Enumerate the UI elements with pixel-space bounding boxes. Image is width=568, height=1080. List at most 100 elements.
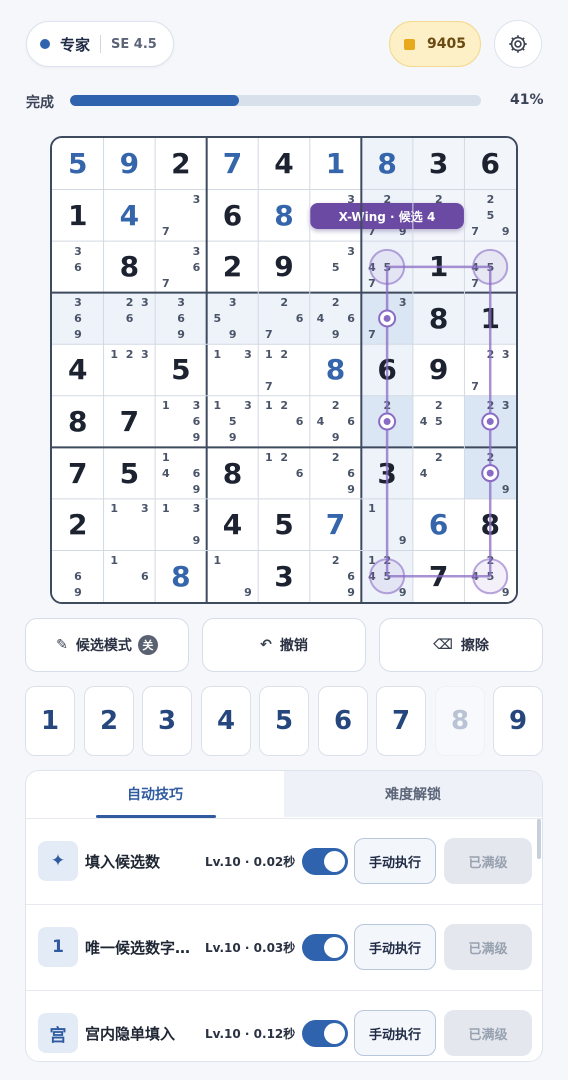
sudoku-cell[interactable]: 19 xyxy=(361,498,413,551)
sudoku-cell[interactable]: 6 xyxy=(206,189,259,242)
sudoku-cell[interactable]: 4 xyxy=(103,189,156,242)
sudoku-cell[interactable]: 4 xyxy=(258,138,310,190)
sudoku-cell[interactable]: 2 xyxy=(361,395,413,448)
sudoku-cell[interactable]: 1 35 9 xyxy=(206,395,259,448)
sudoku-cell[interactable]: 236 xyxy=(103,292,156,345)
sudoku-cell[interactable]: 23 xyxy=(464,395,516,448)
sudoku-cell[interactable]: 5 xyxy=(52,138,104,190)
sudoku-cell[interactable]: 37 xyxy=(155,189,207,242)
sudoku-cell[interactable]: 4 xyxy=(206,498,259,551)
sudoku-cell[interactable]: 8 xyxy=(309,344,362,396)
number-button-6[interactable]: 6 xyxy=(318,686,368,756)
sudoku-cell[interactable]: 9 xyxy=(258,241,310,293)
sudoku-cell[interactable]: 9 xyxy=(103,138,156,190)
sudoku-cell[interactable]: 8 xyxy=(52,395,104,448)
sudoku-cell[interactable]: 359 xyxy=(206,292,259,345)
manual-run-button[interactable]: 手动执行 xyxy=(354,924,436,970)
sudoku-cell[interactable]: 12459 xyxy=(361,550,413,602)
sudoku-cell[interactable]: 8 xyxy=(258,189,310,242)
sudoku-cell[interactable]: 7 xyxy=(103,395,156,448)
sudoku-cell[interactable]: 1 4 6 9 xyxy=(155,447,207,499)
sudoku-cell[interactable]: 4 xyxy=(52,344,104,396)
sudoku-cell[interactable]: 123 xyxy=(103,344,156,396)
sudoku-cell[interactable]: 457 xyxy=(464,241,516,293)
sudoku-cell[interactable]: 24 69 xyxy=(309,292,362,345)
sudoku-cell[interactable]: 26 7 xyxy=(258,292,310,345)
sudoku-cell[interactable]: 7 xyxy=(412,550,465,602)
sudoku-cell[interactable]: 6 xyxy=(464,138,516,190)
sudoku-cell[interactable]: 126 xyxy=(258,447,310,499)
sudoku-cell[interactable]: 1 xyxy=(52,189,104,242)
sudoku-cell[interactable]: 7 xyxy=(52,447,104,499)
candidate-mode-button[interactable]: ✎ 候选模式 关 xyxy=(25,618,189,672)
sudoku-cell[interactable]: 13 xyxy=(103,498,156,551)
sudoku-cell[interactable]: 245 xyxy=(412,395,465,448)
sudoku-cell[interactable]: 69 xyxy=(52,550,104,602)
technique-toggle[interactable] xyxy=(302,1020,348,1047)
sudoku-cell[interactable]: 2459 xyxy=(464,550,516,602)
undo-button[interactable]: ↶ 撤销 xyxy=(202,618,366,672)
sudoku-cell[interactable]: 6 xyxy=(361,344,413,396)
sudoku-cell[interactable]: 457 xyxy=(361,241,413,293)
sudoku-cell[interactable]: 29 xyxy=(464,447,516,499)
technique-toggle[interactable] xyxy=(302,848,348,875)
number-button-9[interactable]: 9 xyxy=(493,686,543,756)
sudoku-cell[interactable]: 24 69 xyxy=(309,395,362,448)
number-button-3[interactable]: 3 xyxy=(142,686,192,756)
tab-difficulty-unlock[interactable]: 难度解锁 xyxy=(284,771,542,817)
sudoku-cell[interactable]: 16 xyxy=(103,550,156,602)
sudoku-cell[interactable]: 7 xyxy=(309,498,362,551)
sudoku-cell[interactable]: 13 xyxy=(206,344,259,396)
sudoku-cell[interactable]: 126 xyxy=(258,395,310,448)
sudoku-cell[interactable]: 3 xyxy=(361,447,413,499)
sudoku-cell[interactable]: 3 6 9 xyxy=(155,292,207,345)
sudoku-cell[interactable]: 26 9 xyxy=(309,447,362,499)
sudoku-cell[interactable]: 5 xyxy=(103,447,156,499)
difficulty-pill[interactable]: 专家 SE 4.5 xyxy=(26,21,174,67)
sudoku-cell[interactable]: 1 xyxy=(464,292,516,345)
sudoku-cell[interactable]: 8 xyxy=(155,550,207,602)
sudoku-cell[interactable]: 2 xyxy=(52,498,104,551)
technique-toggle[interactable] xyxy=(302,934,348,961)
number-button-2[interactable]: 2 xyxy=(84,686,134,756)
sudoku-cell[interactable]: 36 xyxy=(52,241,104,293)
sudoku-cell[interactable]: 24 xyxy=(412,447,465,499)
sudoku-cell[interactable]: 12 7 xyxy=(258,344,310,396)
sudoku-cell[interactable]: 5 xyxy=(155,344,207,396)
coin-balance[interactable]: 9405 xyxy=(389,21,481,67)
number-button-8[interactable]: 8 xyxy=(435,686,485,756)
sudoku-cell[interactable]: 1 3 9 xyxy=(155,498,207,551)
sudoku-cell[interactable]: 3 xyxy=(258,550,310,602)
sudoku-cell[interactable]: 26 9 xyxy=(309,550,362,602)
sudoku-cell[interactable]: 8 xyxy=(464,498,516,551)
sudoku-cell[interactable]: 7 xyxy=(206,138,259,190)
sudoku-cell[interactable]: 1 3 6 9 xyxy=(155,395,207,448)
sudoku-cell[interactable]: 8 xyxy=(206,447,259,499)
sudoku-cell[interactable]: 9 xyxy=(412,344,465,396)
tab-auto-techniques[interactable]: 自动技巧 xyxy=(26,771,284,817)
sudoku-cell[interactable]: 3 6 7 xyxy=(155,241,207,293)
sudoku-cell[interactable]: 2 xyxy=(155,138,207,190)
manual-run-button[interactable]: 手动执行 xyxy=(354,838,436,884)
sudoku-cell[interactable]: 5 xyxy=(258,498,310,551)
sudoku-cell[interactable]: 23 7 xyxy=(464,344,516,396)
sudoku-cell[interactable]: 3 6 9 xyxy=(52,292,104,345)
number-button-4[interactable]: 4 xyxy=(201,686,251,756)
sudoku-cell[interactable]: 8 xyxy=(103,241,156,293)
sudoku-cell[interactable]: 8 xyxy=(361,138,413,190)
sudoku-cell[interactable]: 1 xyxy=(412,241,465,293)
sudoku-cell[interactable]: 3 xyxy=(412,138,465,190)
manual-run-button[interactable]: 手动执行 xyxy=(354,1010,436,1056)
sudoku-cell[interactable]: 6 xyxy=(412,498,465,551)
sudoku-cell[interactable]: 2 57 9 xyxy=(464,189,516,242)
sudoku-cell[interactable]: 35 xyxy=(309,241,362,293)
sudoku-cell[interactable]: 8 xyxy=(412,292,465,345)
number-button-7[interactable]: 7 xyxy=(376,686,426,756)
settings-button[interactable] xyxy=(494,20,542,68)
sudoku-cell[interactable]: 37 xyxy=(361,292,413,345)
sudoku-cell[interactable]: 19 xyxy=(206,550,259,602)
sudoku-cell[interactable]: 2 xyxy=(206,241,259,293)
number-button-5[interactable]: 5 xyxy=(259,686,309,756)
sudoku-cell[interactable]: 1 xyxy=(309,138,362,190)
scrollbar[interactable] xyxy=(537,819,541,859)
